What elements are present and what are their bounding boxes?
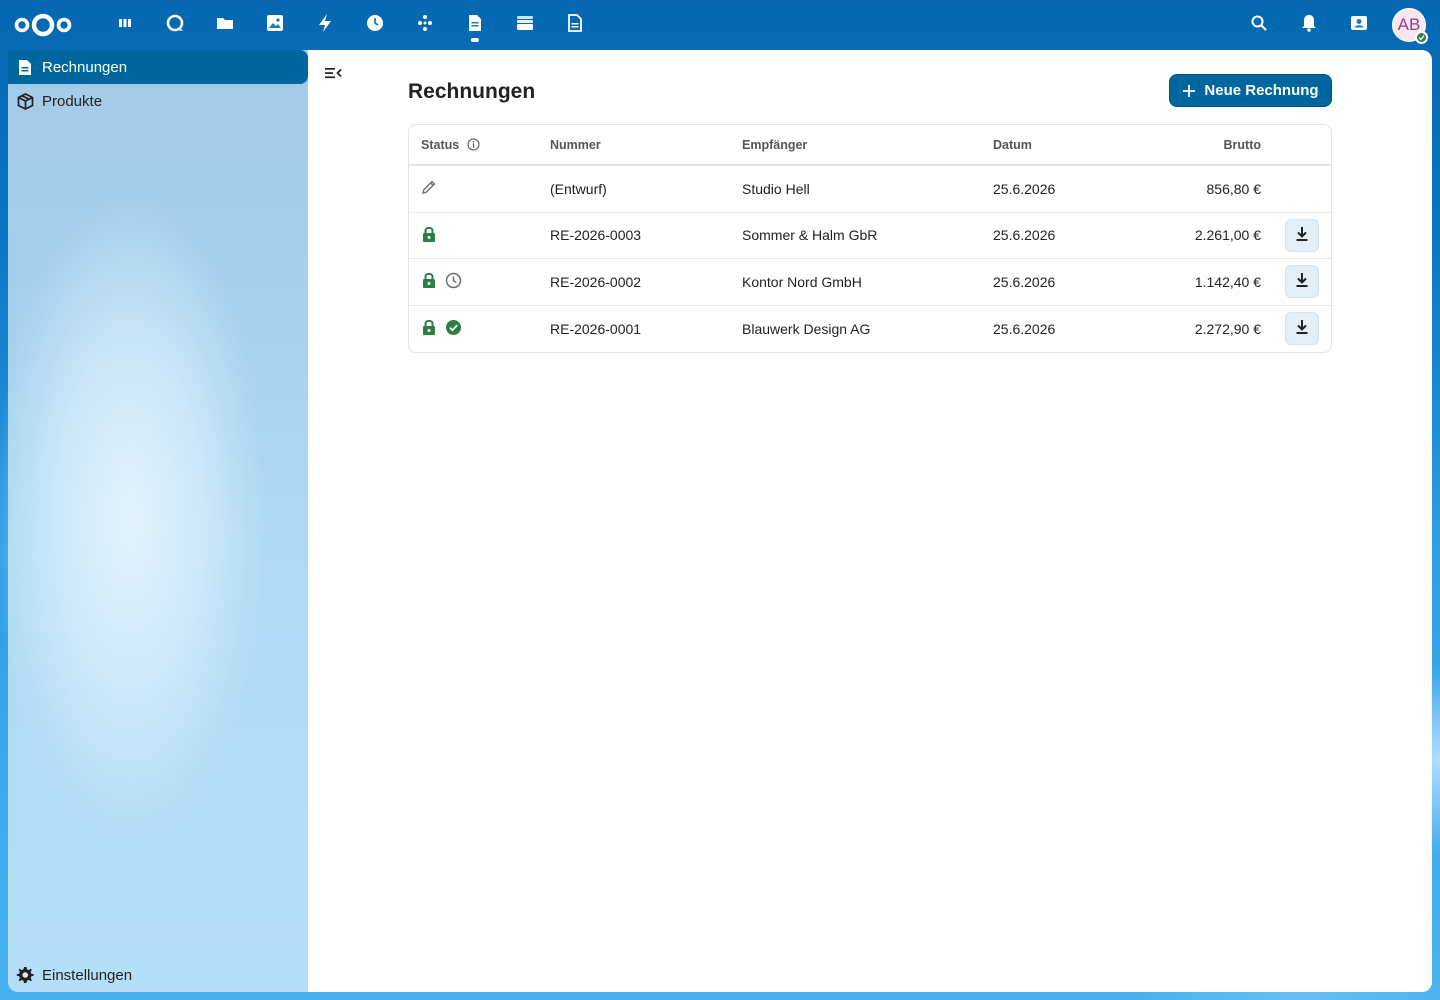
invoice-document-icon (16, 58, 34, 76)
invoice-number: (Entwurf) (550, 180, 607, 197)
app-timemanagement[interactable] (350, 0, 400, 50)
invoice-recipient: Blauwerk Design AG (742, 320, 871, 337)
top-header: AB (0, 0, 1440, 50)
download-icon (1295, 272, 1309, 291)
info-icon[interactable] (467, 138, 480, 151)
gear-icon (16, 966, 34, 984)
invoice-gross: 1.142,40 € (1194, 273, 1261, 290)
app-talk[interactable] (150, 0, 200, 50)
app-dashboard[interactable] (100, 0, 150, 50)
invoice-recipient: Kontor Nord GmbH (742, 273, 862, 290)
nav-settings-label: Einstellungen (42, 966, 133, 984)
table-row[interactable]: RE-2026-0003 Sommer & Halm GbR 25.6.2026… (409, 213, 1331, 259)
notifications-button[interactable] (1284, 0, 1334, 50)
plus-icon (1182, 84, 1196, 98)
page-title: Rechnungen (408, 80, 536, 103)
nav-item-label: Rechnungen (42, 58, 128, 76)
column-header-gross: Brutto (1223, 137, 1262, 152)
action-cell (1285, 312, 1319, 346)
app-archive[interactable] (500, 0, 550, 50)
nextcloud-logo-icon[interactable] (12, 0, 76, 50)
app-content: Rechnungen Neue Rechnung Status Nummer E… (308, 50, 1432, 992)
new-invoice-label: Neue Rechnung (1204, 82, 1319, 99)
navigation-toggle-button[interactable] (322, 64, 344, 86)
nav-settings[interactable]: Einstellungen (8, 958, 132, 992)
column-header-status-label: Status (421, 137, 460, 152)
search-button[interactable] (1234, 0, 1284, 50)
nav-item-produkte[interactable]: Produkte (8, 84, 308, 118)
invoice-gross: 2.272,90 € (1194, 320, 1261, 337)
invoice-recipient: Studio Hell (742, 180, 810, 197)
status-cell (421, 225, 437, 246)
clock-icon (366, 14, 384, 37)
bell-icon (1301, 14, 1317, 37)
app-flow[interactable] (400, 0, 450, 50)
clock-pending-icon (445, 272, 462, 292)
download-button[interactable] (1285, 218, 1319, 252)
invoice-number: RE-2026-0003 (550, 227, 642, 244)
app-files[interactable] (200, 0, 250, 50)
download-icon (1295, 319, 1309, 338)
invoice-date: 25.6.2026 (993, 180, 1056, 197)
app-activity[interactable] (300, 0, 350, 50)
table-row[interactable]: RE-2026-0002 Kontor Nord GmbH 25.6.2026 … (409, 259, 1331, 306)
lock-icon (421, 318, 437, 339)
column-header-number: Nummer (550, 137, 601, 152)
folder-icon (216, 15, 234, 36)
invoice-number: RE-2026-0002 (550, 273, 642, 290)
invoice-date: 25.6.2026 (993, 320, 1056, 337)
status-cell (421, 271, 462, 292)
app-menu (100, 0, 600, 50)
contacts-button[interactable] (1334, 0, 1384, 50)
flow-icon (417, 14, 433, 37)
action-cell (1285, 218, 1319, 252)
app-photos[interactable] (250, 0, 300, 50)
talk-icon (165, 13, 185, 38)
app-invoices[interactable] (450, 0, 500, 50)
nav-item-rechnungen[interactable]: Rechnungen (8, 50, 308, 84)
invoice-gross: 856,80 € (1206, 180, 1262, 197)
app-navigation: Rechnungen Produkte Einstellungen (8, 50, 308, 992)
archive-icon (516, 14, 534, 37)
package-icon (16, 92, 34, 110)
invoice-date: 25.6.2026 (993, 227, 1056, 244)
pencil-icon (421, 179, 437, 198)
new-invoice-button[interactable]: Neue Rechnung (1169, 74, 1332, 107)
app-document[interactable] (550, 0, 600, 50)
column-header-date: Datum (993, 137, 1032, 152)
download-button[interactable] (1285, 265, 1319, 299)
action-cell (1285, 265, 1319, 299)
column-header-status: Status (421, 138, 480, 152)
status-cell (421, 318, 462, 339)
user-avatar[interactable]: AB (1392, 8, 1428, 44)
invoice-number: RE-2026-0001 (550, 320, 642, 337)
download-button[interactable] (1285, 312, 1319, 346)
image-icon (266, 14, 284, 37)
header-right: AB (1234, 0, 1428, 50)
status-cell (421, 179, 437, 198)
menu-collapse-icon (324, 66, 342, 85)
invoice-gross: 2.261,00 € (1194, 227, 1261, 244)
table-row[interactable]: RE-2026-0001 Blauwerk Design AG 25.6.202… (409, 306, 1331, 353)
download-icon (1295, 226, 1309, 245)
nav-item-label: Produkte (42, 92, 103, 110)
search-icon (1250, 14, 1268, 37)
column-header-recipient: Empfänger (742, 137, 808, 152)
check-circle-icon (445, 319, 462, 339)
contacts-icon (1350, 14, 1368, 37)
invoice-document-icon (467, 14, 483, 37)
invoice-date: 25.6.2026 (993, 273, 1056, 290)
dashboard-icon (117, 15, 133, 36)
invoice-table: Status Nummer Empfänger Datum Brutto (En… (408, 124, 1332, 353)
table-row[interactable]: (Entwurf) Studio Hell 25.6.2026 856,80 € (409, 166, 1331, 213)
invoice-recipient: Sommer & Halm GbR (742, 227, 878, 244)
table-header-row: Status Nummer Empfänger Datum Brutto (409, 125, 1331, 166)
lock-icon (421, 225, 437, 246)
lightning-icon (317, 13, 333, 38)
document-icon (567, 13, 583, 37)
online-status-icon (1415, 31, 1428, 44)
lock-icon (421, 271, 437, 292)
